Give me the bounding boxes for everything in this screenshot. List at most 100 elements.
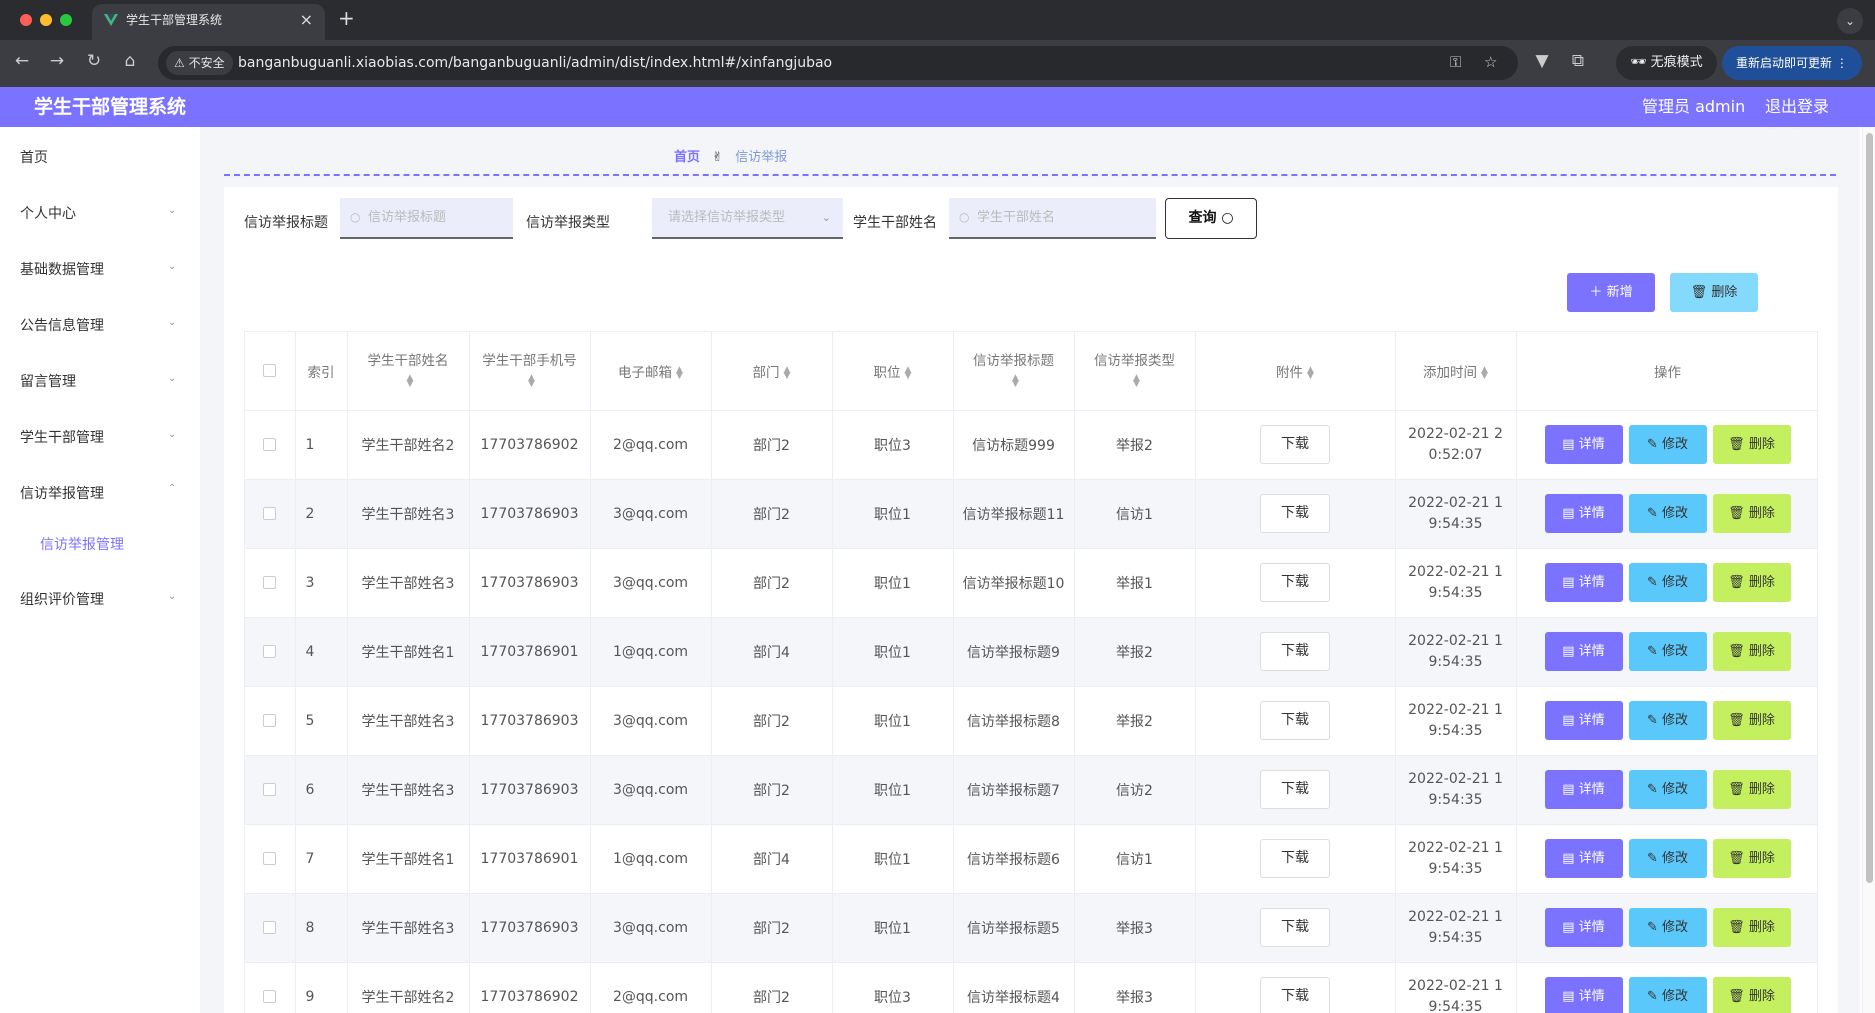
download-button[interactable]: 下载 (1260, 839, 1330, 878)
col-position[interactable]: 职位 ▲ ▼ (832, 332, 954, 411)
forward-icon[interactable]: → (45, 51, 69, 71)
row-checkbox[interactable] (263, 438, 277, 451)
edit-button[interactable]: ✎ 修改 (1628, 908, 1707, 947)
table-row[interactable]: 8 学生干部姓名3 17703786903 3@qq.com 部门2 职位1 信访举报标题5… (245, 893, 1817, 963)
back-icon[interactable]: ← (10, 51, 34, 71)
col-type[interactable]: 信访举报类型 ▲ ▼ (1074, 332, 1196, 411)
col-attachment[interactable]: 附件 ▲ ▼ (1195, 332, 1396, 411)
table-row[interactable]: 9 学生干部姓名2 17703786902 2@qq.com 部门2 职位3 信访举报标题4… (245, 962, 1817, 1013)
row-checkbox[interactable] (263, 576, 277, 589)
download-button[interactable]: 下载 (1260, 632, 1330, 671)
delete-button[interactable]: 🗑 删除 (1712, 977, 1791, 1013)
tab-search-icon[interactable]: ⌄ (1837, 8, 1863, 34)
extension-icon[interactable]: ▼ (1530, 51, 1554, 71)
table-row[interactable]: 1 学生干部姓名2 17703786902 2@qq.com 部门2 职位3 信访标题999… (245, 410, 1817, 480)
sidebar-item-personal[interactable]: 个人中心 (20, 203, 76, 223)
page-scrollbar[interactable] (1862, 127, 1875, 1013)
detail-button[interactable]: ▤ 详情 (1544, 425, 1623, 464)
query-button[interactable]: 查询 ○ (1165, 198, 1257, 239)
sidebar-subitem-petition-manage[interactable]: 信访举报管理 (40, 534, 124, 554)
delete-button[interactable]: 🗑 删除 (1712, 701, 1791, 740)
maximize-window-icon[interactable] (60, 14, 72, 26)
new-tab-button[interactable]: + (338, 6, 355, 30)
browser-tab[interactable]: 学生干部管理系统 × (92, 4, 325, 40)
detail-button[interactable]: ▤ 详情 (1544, 977, 1623, 1013)
sort-icon[interactable]: ▲ ▼ (1133, 373, 1140, 388)
address-bar[interactable]: ⚠ 不安全 banganbuguanli.xiaobias.com/bangan… (158, 46, 1518, 80)
logout-button[interactable]: 退出登录 (1765, 87, 1829, 127)
table-row[interactable]: 4 学生干部姓名1 17703786901 1@qq.com 部门4 职位1 信访举报标题9… (245, 617, 1817, 687)
puzzle-icon[interactable]: ⧉ (1566, 51, 1590, 71)
key-icon[interactable]: ⚿ (1450, 53, 1461, 71)
relaunch-button[interactable]: 重新启动即可更新 ⋮ (1722, 46, 1862, 80)
detail-button[interactable]: ▤ 详情 (1544, 770, 1623, 809)
table-row[interactable]: 3 学生干部姓名3 17703786903 3@qq.com 部门2 职位1 信访举报标题1… (245, 548, 1817, 618)
detail-button[interactable]: ▤ 详情 (1544, 563, 1623, 602)
sort-icon[interactable]: ▲ ▼ (407, 373, 414, 388)
delete-button[interactable]: 🗑 删除 (1712, 839, 1791, 878)
scrollbar-thumb[interactable] (1866, 133, 1873, 883)
batch-delete-button[interactable]: 🗑 删除 (1670, 273, 1758, 312)
edit-button[interactable]: ✎ 修改 (1628, 770, 1707, 809)
col-title[interactable]: 信访举报标题 ▲ ▼ (953, 332, 1075, 411)
edit-button[interactable]: ✎ 修改 (1628, 632, 1707, 671)
sort-icon[interactable]: ▲ ▼ (1307, 365, 1314, 380)
edit-button[interactable]: ✎ 修改 (1628, 839, 1707, 878)
download-button[interactable]: 下载 (1260, 563, 1330, 602)
download-button[interactable]: 下载 (1260, 770, 1330, 809)
breadcrumb-home[interactable]: 首页 (674, 150, 700, 165)
reload-icon[interactable]: ↻ (82, 51, 106, 71)
row-checkbox[interactable] (263, 783, 277, 796)
detail-button[interactable]: ▤ 详情 (1544, 701, 1623, 740)
download-button[interactable]: 下载 (1260, 977, 1330, 1013)
delete-button[interactable]: 🗑 删除 (1712, 494, 1791, 533)
col-phone[interactable]: 学生干部手机号 ▲ ▼ (469, 332, 591, 411)
download-button[interactable]: 下载 (1260, 494, 1330, 533)
edit-button[interactable]: ✎ 修改 (1628, 977, 1707, 1013)
download-button[interactable]: 下载 (1260, 425, 1330, 464)
col-time[interactable]: 添加时间 ▲ ▼ (1395, 332, 1517, 411)
edit-button[interactable]: ✎ 修改 (1628, 701, 1707, 740)
sort-icon[interactable]: ▲ ▼ (784, 365, 791, 380)
table-row[interactable]: 7 学生干部姓名1 17703786901 1@qq.com 部门4 职位1 信访举报标题6… (245, 824, 1817, 894)
sidebar-item-cadre[interactable]: 学生干部管理 (20, 427, 104, 447)
sidebar-item-petition[interactable]: 信访举报管理 (20, 483, 104, 503)
edit-button[interactable]: ✎ 修改 (1628, 425, 1707, 464)
row-checkbox[interactable] (263, 714, 277, 727)
type-select[interactable]: 请选择信访举报类型 ⌄ (652, 198, 843, 239)
edit-button[interactable]: ✎ 修改 (1628, 494, 1707, 533)
detail-button[interactable]: ▤ 详情 (1544, 632, 1623, 671)
url-text[interactable]: banganbuguanli.xiaobias.com/banganbuguan… (238, 46, 832, 80)
table-row[interactable]: 6 学生干部姓名3 17703786903 3@qq.com 部门2 职位1 信访举报标题7… (245, 755, 1817, 825)
sidebar-item-message[interactable]: 留言管理 (20, 371, 76, 391)
delete-button[interactable]: 🗑 删除 (1712, 425, 1791, 464)
sidebar-item-evaluation[interactable]: 组织评价管理 (20, 589, 104, 609)
row-checkbox[interactable] (263, 921, 277, 934)
not-secure-badge[interactable]: ⚠ 不安全 (166, 51, 233, 75)
sidebar-item-home[interactable]: 首页 (20, 147, 48, 167)
col-email[interactable]: 电子邮箱 ▲ ▼ (590, 332, 712, 411)
bookmark-star-icon[interactable]: ☆ (1484, 53, 1497, 71)
delete-button[interactable]: 🗑 删除 (1712, 908, 1791, 947)
sidebar-item-basic-data[interactable]: 基础数据管理 (20, 259, 104, 279)
home-icon[interactable]: ⌂ (118, 51, 142, 71)
table-row[interactable]: 2 学生干部姓名3 17703786903 3@qq.com 部门2 职位1 信访举报标题1… (245, 479, 1817, 549)
sort-icon[interactable]: ▲ ▼ (1012, 373, 1019, 388)
detail-button[interactable]: ▤ 详情 (1544, 908, 1623, 947)
col-name[interactable]: 学生干部姓名 ▲ ▼ (347, 332, 470, 411)
row-checkbox[interactable] (263, 645, 277, 658)
sort-icon[interactable]: ▲ ▼ (676, 365, 683, 380)
row-checkbox[interactable] (263, 990, 277, 1003)
download-button[interactable]: 下载 (1260, 701, 1330, 740)
detail-button[interactable]: ▤ 详情 (1544, 839, 1623, 878)
col-dept[interactable]: 部门 ▲ ▼ (711, 332, 833, 411)
add-button[interactable]: ＋ 新增 (1567, 273, 1655, 312)
minimize-window-icon[interactable] (40, 14, 52, 26)
sidebar-item-notice[interactable]: 公告信息管理 (20, 315, 104, 335)
delete-button[interactable]: 🗑 删除 (1712, 632, 1791, 671)
delete-button[interactable]: 🗑 删除 (1712, 563, 1791, 602)
sort-icon[interactable]: ▲ ▼ (905, 365, 912, 380)
download-button[interactable]: 下载 (1260, 908, 1330, 947)
row-checkbox[interactable] (263, 852, 277, 865)
title-search-input[interactable]: ○ 信访举报标题 (340, 198, 513, 239)
